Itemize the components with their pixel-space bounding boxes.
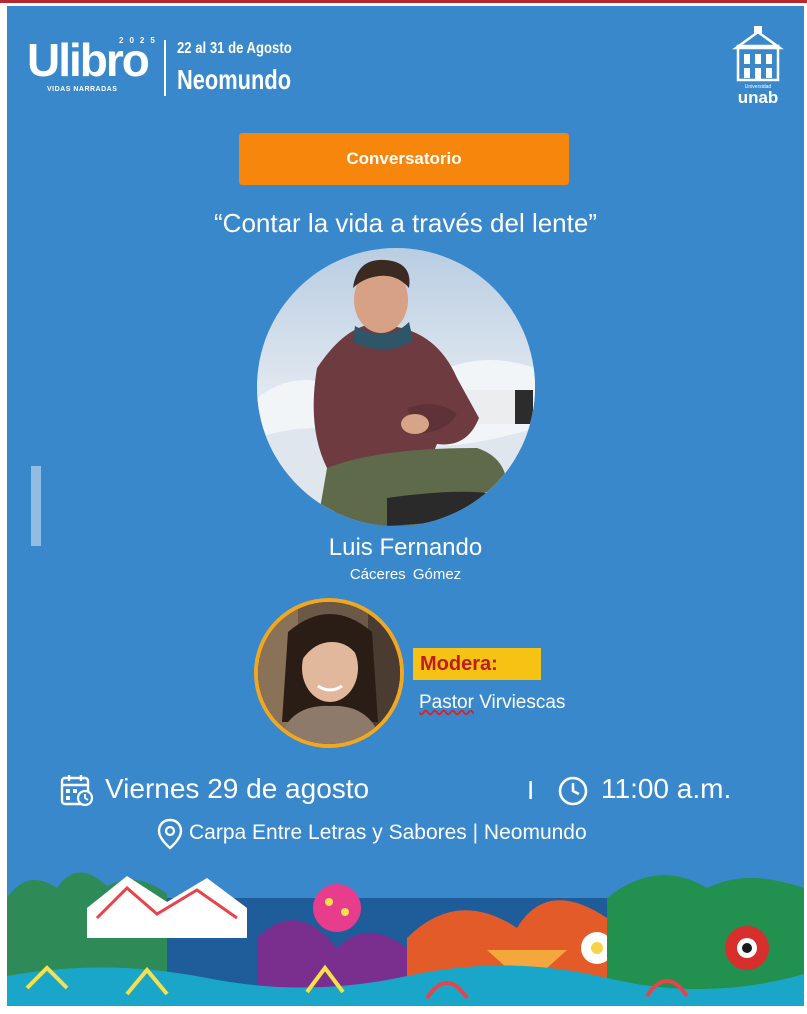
location-pin-icon: [157, 818, 183, 850]
vertical-credit: [31, 466, 41, 546]
moderator-last-name: Virviescas: [473, 692, 566, 713]
speaker-photo: [257, 248, 535, 526]
moderator-first-name: Pastor: [419, 692, 474, 713]
ulibro-logo: Ulibro 2025 VIDAS NARRADAS 22 al 31 de A…: [27, 34, 327, 104]
speaker-first-name: Luis Fernando: [328, 534, 483, 561]
unab-logo: Universidad unab: [732, 26, 784, 108]
event-title: “Contar la vida a través del lente”: [214, 208, 597, 238]
speaker-last-name: Cáceres Gómez: [349, 566, 462, 583]
moderator-name: Pastor Virviescas: [419, 692, 565, 714]
location-row: Carpa Entre Letras y Sabores | Neomundo: [7, 816, 804, 850]
event-dates: 22 al 31 de Agosto: [177, 40, 292, 57]
event-place: Carpa Entre Letras y Sabores | Neomundo: [189, 821, 587, 844]
moderator-label: Modera:: [413, 648, 541, 680]
event-poster: Ulibro 2025 VIDAS NARRADAS 22 al 31 de A…: [7, 6, 804, 1006]
event-time: 11:00 a.m.: [601, 773, 732, 804]
calendar-clock-icon: [60, 775, 94, 807]
decorative-mural: [7, 872, 804, 1006]
logo-divider: [164, 40, 166, 96]
logo-year: 2025: [119, 36, 161, 45]
clock-icon: [558, 776, 588, 806]
moderator-photo: [254, 598, 404, 748]
event-type-tag: Conversatorio: [239, 133, 569, 185]
top-accent-line: [0, 0, 807, 3]
logo-tagline: VIDAS NARRADAS: [47, 86, 118, 93]
schedule-separator: I: [527, 775, 535, 805]
event-date: Viernes 29 de agosto: [105, 773, 370, 804]
schedule-row: Viernes 29 de agosto I 11:00 a.m.: [7, 771, 804, 811]
university-building-icon: [732, 26, 784, 82]
event-venue: Neomundo: [177, 64, 292, 95]
university-wordmark: unab: [737, 88, 779, 107]
